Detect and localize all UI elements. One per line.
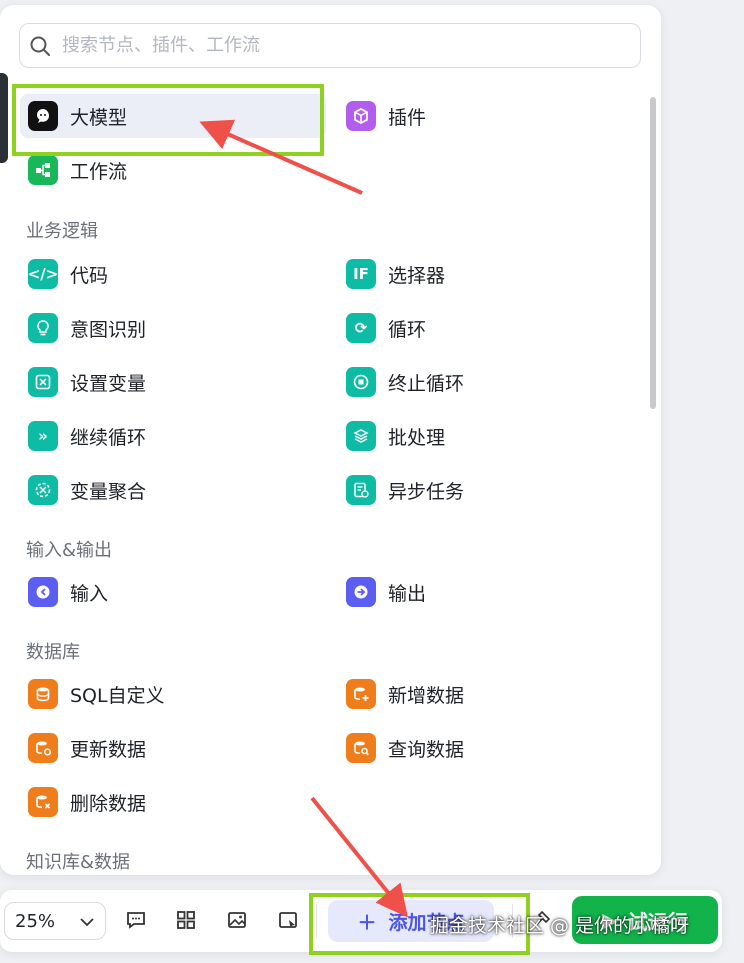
- node-item-label: 更新数据: [70, 738, 147, 761]
- stop-loop-icon: [346, 367, 376, 397]
- section-title-logic: 业务逻辑: [26, 221, 98, 242]
- continue-loop-icon: »: [28, 421, 58, 451]
- search-input[interactable]: [60, 34, 640, 57]
- delete-data-icon: [28, 787, 58, 817]
- annotation-highlight-box: [309, 893, 530, 955]
- scrollbar[interactable]: [650, 97, 656, 409]
- zoom-select[interactable]: 25%: [4, 902, 106, 940]
- node-item-label: 终止循环: [388, 372, 465, 395]
- code-icon: </>: [28, 259, 58, 289]
- input-icon: [28, 577, 58, 607]
- search-box[interactable]: [19, 23, 641, 68]
- node-item-continue-loop[interactable]: » 继续循环: [28, 414, 146, 458]
- node-item-loop[interactable]: ⟳ 循环: [346, 306, 426, 350]
- chevron-down-icon: [79, 911, 95, 932]
- node-item-delete-data[interactable]: 删除数据: [28, 780, 146, 824]
- node-item-label: 插件: [388, 106, 427, 129]
- node-item-output[interactable]: 输出: [346, 570, 426, 614]
- section-title-db: 数据库: [26, 642, 80, 663]
- node-item-async-task[interactable]: 异步任务: [346, 468, 464, 512]
- node-item-batch[interactable]: 批处理: [346, 414, 445, 458]
- output-icon: [346, 577, 376, 607]
- node-item-label: 循环: [388, 318, 427, 341]
- node-item-label: 批处理: [388, 426, 446, 449]
- node-item-label: SQL自定义: [70, 684, 165, 707]
- node-item-label: 工作流: [70, 160, 128, 183]
- node-item-sql[interactable]: SQL自定义: [28, 672, 165, 716]
- section-title-knowledge: 知识库&数据: [26, 852, 131, 873]
- async-task-icon: [346, 475, 376, 505]
- node-item-intent[interactable]: 意图识别: [28, 306, 146, 350]
- node-item-code[interactable]: </> 代码: [28, 252, 108, 296]
- zoom-value: 25%: [15, 910, 56, 932]
- loop-icon: ⟳: [346, 313, 376, 343]
- search-icon: [20, 35, 60, 57]
- node-item-stop-loop[interactable]: 终止循环: [346, 360, 464, 404]
- sql-db-icon: [28, 679, 58, 709]
- node-item-label: 删除数据: [70, 792, 147, 815]
- node-item-label: 新增数据: [388, 684, 465, 707]
- play-icon: ▶: [602, 908, 618, 932]
- comment-icon[interactable]: [122, 906, 150, 934]
- node-item-selector[interactable]: IF 选择器: [346, 252, 445, 296]
- minimap-icon[interactable]: [274, 906, 302, 934]
- variable-aggregate-icon: [28, 475, 58, 505]
- workflow-icon: [28, 155, 58, 185]
- node-item-input[interactable]: 输入: [28, 570, 108, 614]
- node-item-label: 继续循环: [70, 426, 147, 449]
- node-item-label: 变量聚合: [70, 480, 147, 503]
- node-item-query-data[interactable]: 查询数据: [346, 726, 464, 770]
- add-data-icon: [346, 679, 376, 709]
- node-item-plugin[interactable]: 插件: [346, 94, 426, 138]
- if-selector-icon: IF: [346, 259, 376, 289]
- annotation-highlight-box: [12, 84, 324, 156]
- plugin-cube-icon: [346, 101, 376, 131]
- node-item-label: 异步任务: [388, 480, 465, 503]
- node-item-update-data[interactable]: 更新数据: [28, 726, 146, 770]
- node-item-label: 查询数据: [388, 738, 465, 761]
- node-item-add-data[interactable]: 新增数据: [346, 672, 464, 716]
- layout-grid-icon[interactable]: [172, 906, 200, 934]
- image-icon[interactable]: [223, 906, 251, 934]
- debug-icon[interactable]: [527, 906, 555, 934]
- node-item-variable-aggregate[interactable]: 变量聚合: [28, 468, 146, 512]
- batch-layers-icon: [346, 421, 376, 451]
- side-collapse-handle[interactable]: [0, 73, 8, 163]
- update-data-icon: [28, 733, 58, 763]
- set-variable-icon: [28, 367, 58, 397]
- query-data-icon: [346, 733, 376, 763]
- test-run-label: 试运行: [627, 909, 688, 934]
- section-title-io: 输入&输出: [26, 540, 113, 561]
- node-item-label: 输出: [388, 582, 427, 605]
- node-item-label: 设置变量: [70, 372, 147, 395]
- node-item-label: 代码: [70, 264, 109, 287]
- node-item-label: 选择器: [388, 264, 446, 287]
- node-item-label: 输入: [70, 582, 109, 605]
- node-item-label: 意图识别: [70, 318, 147, 341]
- test-run-button[interactable]: ▶ 试运行: [572, 896, 718, 944]
- intent-bulb-icon: [28, 313, 58, 343]
- node-item-set-variable[interactable]: 设置变量: [28, 360, 146, 404]
